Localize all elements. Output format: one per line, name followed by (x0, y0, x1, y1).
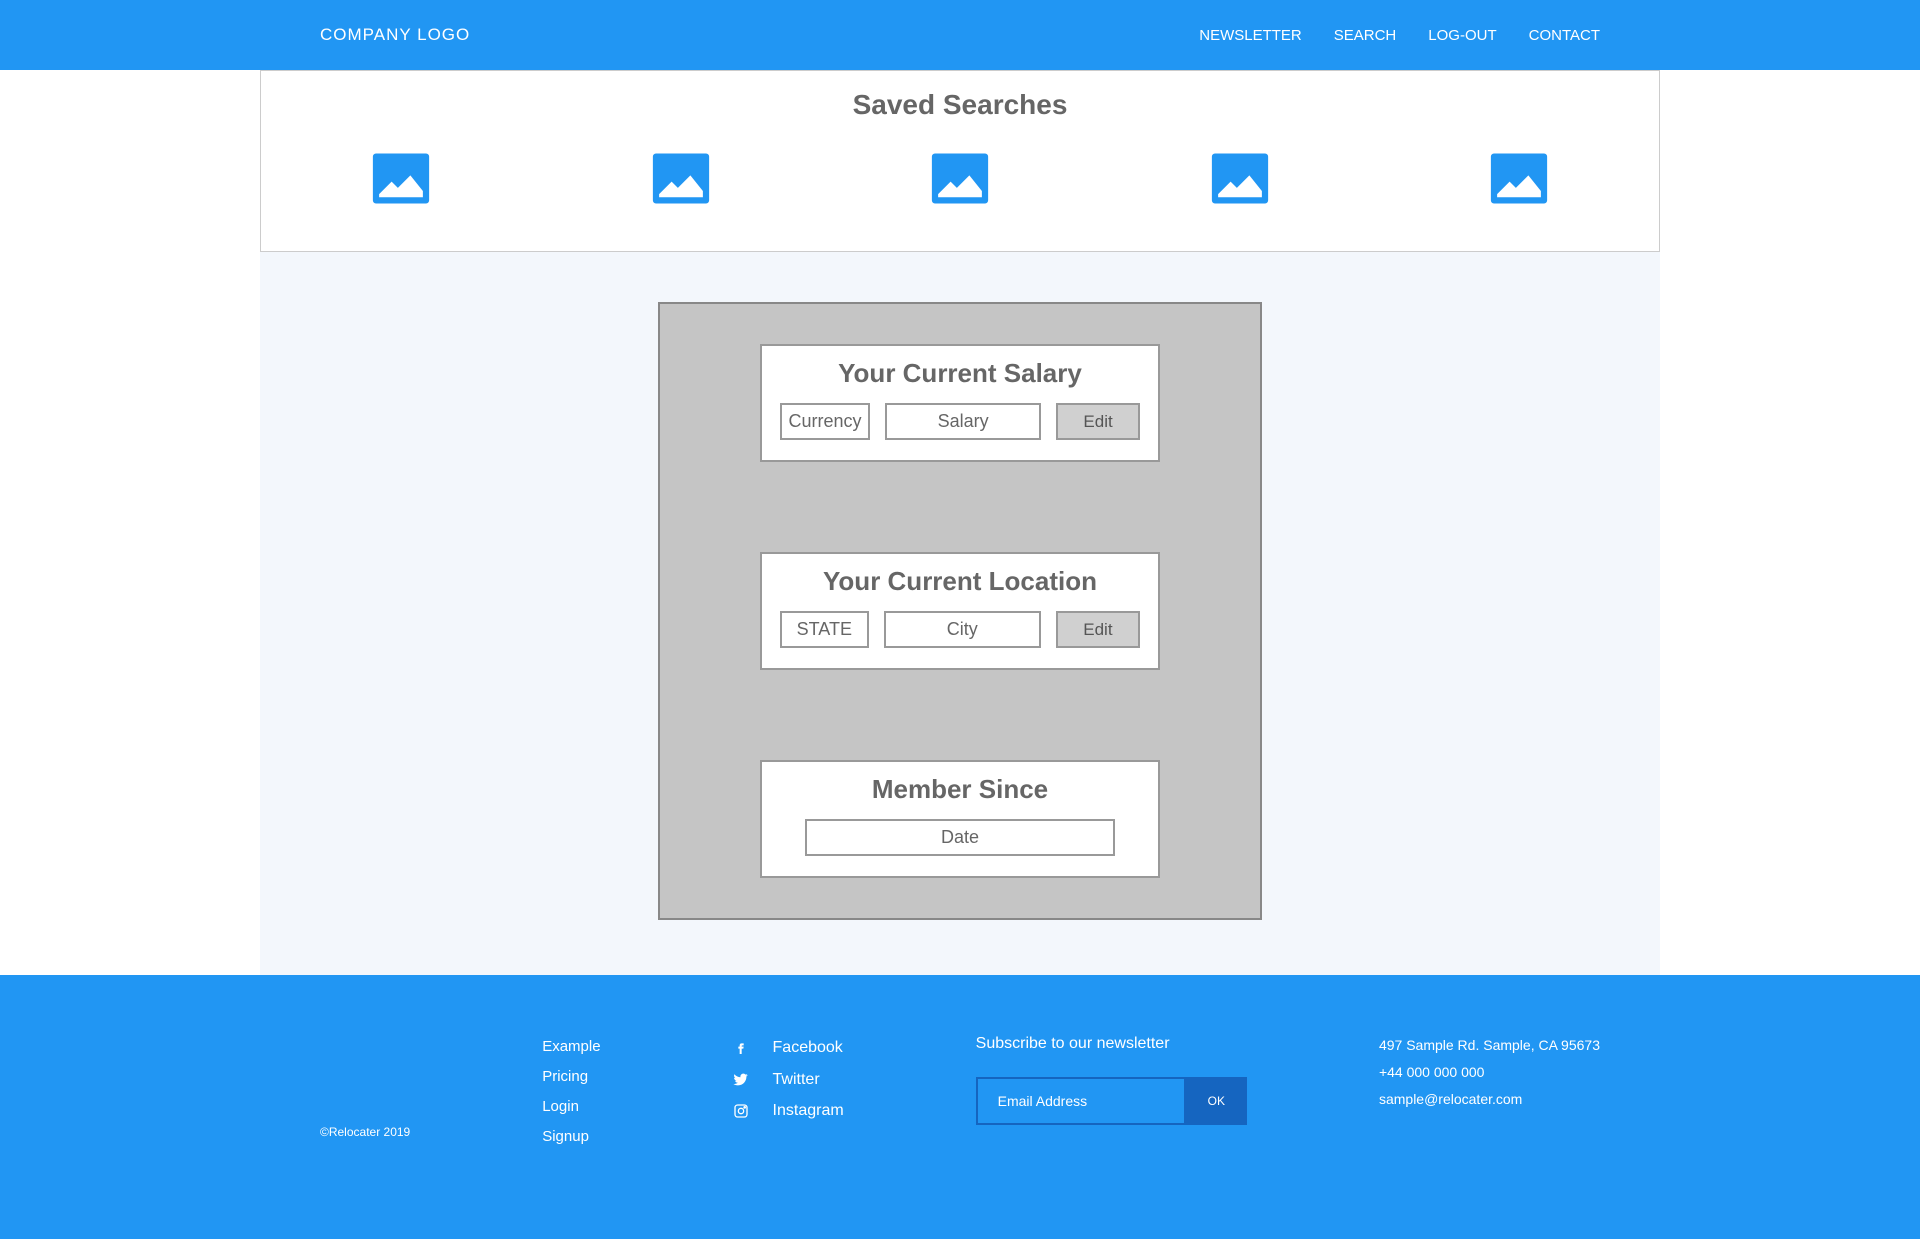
header: COMPANY LOGO NEWSLETTER SEARCH LOG-OUT C… (0, 0, 1920, 70)
date-display: Date (805, 819, 1115, 856)
footer-link-signup[interactable]: Signup (542, 1125, 600, 1149)
saved-search-item[interactable] (920, 141, 1000, 216)
newsletter-form: OK (976, 1077, 1247, 1125)
image-icon (361, 141, 441, 216)
footer-links: Example Pricing Login Signup (542, 1035, 600, 1149)
saved-searches-section: Saved Searches (260, 70, 1660, 252)
member-title: Member Since (780, 774, 1140, 805)
image-icon (1200, 141, 1280, 216)
salary-title: Your Current Salary (780, 358, 1140, 389)
newsletter-title: Subscribe to our newsletter (976, 1035, 1247, 1053)
nav-search[interactable]: SEARCH (1334, 27, 1397, 44)
nav-newsletter[interactable]: NEWSLETTER (1199, 27, 1302, 44)
nav-contact[interactable]: CONTACT (1529, 27, 1600, 44)
social-instagram-label: Instagram (773, 1098, 844, 1124)
social-facebook[interactable]: Facebook (733, 1035, 844, 1061)
image-icon (920, 141, 1000, 216)
main-nav: NEWSLETTER SEARCH LOG-OUT CONTACT (1199, 27, 1600, 44)
profile-panel: Your Current Salary Currency Salary Edit… (658, 302, 1262, 920)
social-twitter[interactable]: Twitter (733, 1067, 844, 1093)
state-input[interactable]: STATE (780, 611, 869, 648)
main-content: Your Current Salary Currency Salary Edit… (260, 252, 1660, 975)
edit-location-button[interactable]: Edit (1056, 611, 1140, 648)
copyright: ©Relocater 2019 (320, 1125, 410, 1149)
saved-search-item[interactable] (641, 141, 721, 216)
salary-input[interactable]: Salary (885, 403, 1041, 440)
salary-row: Currency Salary Edit (780, 403, 1140, 440)
footer: ©Relocater 2019 Example Pricing Login Si… (0, 975, 1920, 1239)
image-icon (641, 141, 721, 216)
instagram-icon (733, 1103, 749, 1119)
ok-button[interactable]: OK (1186, 1077, 1247, 1125)
content-wrapper: Saved Searches Your Current Salary (260, 70, 1660, 975)
member-card: Member Since Date (760, 760, 1160, 878)
location-title: Your Current Location (780, 566, 1140, 597)
social-facebook-label: Facebook (773, 1035, 843, 1061)
email-input[interactable] (976, 1077, 1186, 1125)
image-icon (1479, 141, 1559, 216)
saved-search-item[interactable] (1479, 141, 1559, 216)
location-row: STATE City Edit (780, 611, 1140, 648)
company-logo[interactable]: COMPANY LOGO (320, 25, 470, 45)
saved-search-item[interactable] (1200, 141, 1280, 216)
location-card: Your Current Location STATE City Edit (760, 552, 1160, 670)
saved-search-item[interactable] (361, 141, 441, 216)
social-twitter-label: Twitter (773, 1067, 820, 1093)
contact-email: sample@relocater.com (1379, 1089, 1600, 1110)
facebook-icon (733, 1040, 749, 1056)
footer-newsletter: Subscribe to our newsletter OK (976, 1035, 1247, 1149)
saved-searches-title: Saved Searches (321, 89, 1599, 121)
contact-address: 497 Sample Rd. Sample, CA 95673 (1379, 1035, 1600, 1056)
twitter-icon (733, 1071, 749, 1087)
footer-link-pricing[interactable]: Pricing (542, 1065, 600, 1089)
footer-social: Facebook Twitter Instagram (733, 1035, 844, 1149)
currency-input[interactable]: Currency (780, 403, 870, 440)
edit-salary-button[interactable]: Edit (1056, 403, 1140, 440)
nav-logout[interactable]: LOG-OUT (1428, 27, 1496, 44)
member-row: Date (780, 819, 1140, 856)
social-instagram[interactable]: Instagram (733, 1098, 844, 1124)
salary-card: Your Current Salary Currency Salary Edit (760, 344, 1160, 462)
saved-searches-row (321, 141, 1599, 216)
footer-contact: 497 Sample Rd. Sample, CA 95673 +44 000 … (1379, 1035, 1600, 1149)
footer-link-example[interactable]: Example (542, 1035, 600, 1059)
city-input[interactable]: City (884, 611, 1041, 648)
footer-link-login[interactable]: Login (542, 1095, 600, 1119)
